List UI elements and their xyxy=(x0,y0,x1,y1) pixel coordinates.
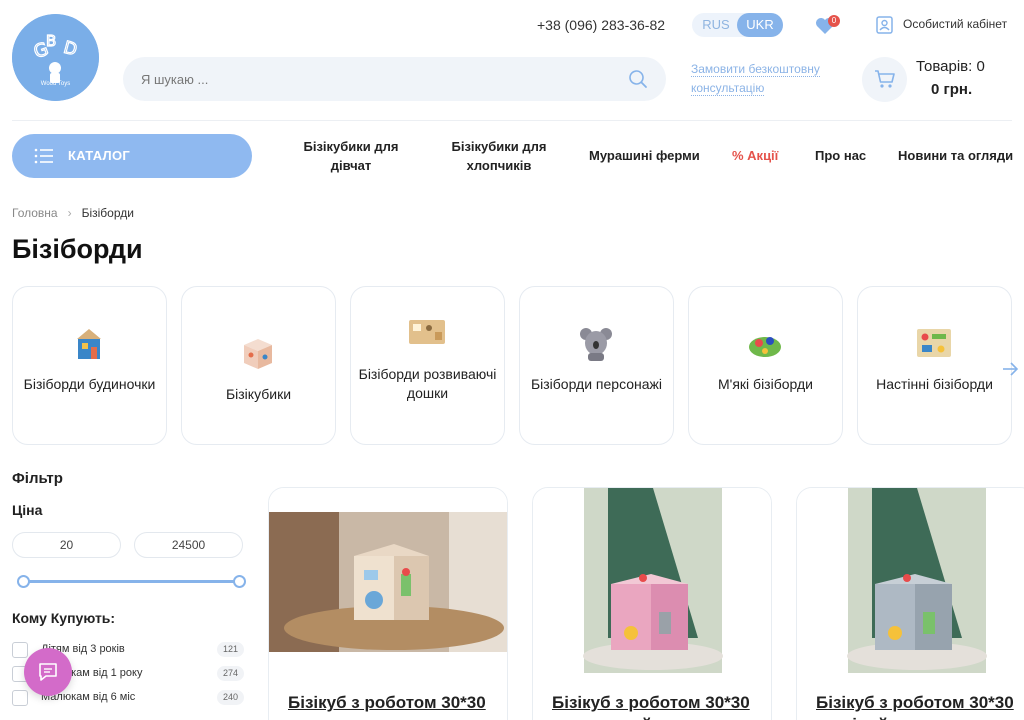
lang-ukr-button[interactable]: UKR xyxy=(737,13,783,37)
nav-ant-farms[interactable]: Мурашині ферми xyxy=(589,146,700,165)
category-label: Бізікубики xyxy=(225,386,292,402)
search-icon[interactable] xyxy=(628,69,648,89)
search-input[interactable] xyxy=(141,57,621,101)
board-busyboard-icon xyxy=(409,320,445,344)
product-title[interactable]: Бізікуб з роботом 30*30 см не xyxy=(288,692,503,720)
filter-option-count: 274 xyxy=(216,666,244,681)
site-logo[interactable]: G B D Wood Toys xyxy=(12,14,99,101)
category-label: Настінні бізіборди xyxy=(876,376,993,392)
filter-option-count: 240 xyxy=(216,690,244,705)
koala-busyboard-icon xyxy=(580,328,612,361)
account-link[interactable]: Особистий кабінет xyxy=(903,17,1007,31)
price-slider-max-handle[interactable] xyxy=(233,575,246,588)
soft-busyboard-icon xyxy=(749,337,781,357)
menu-list-icon xyxy=(34,148,53,164)
nav-news[interactable]: Новини та огляди xyxy=(898,146,1013,165)
cube-busyboard-icon xyxy=(244,339,272,369)
nav-busycubes-boys[interactable]: Бізікубики для хлопчиків xyxy=(446,137,552,175)
filter-title: Фільтр xyxy=(12,470,63,487)
category-label: Бізіборди будиночки xyxy=(23,376,156,392)
breadcrumb-current: Бізіборди xyxy=(81,206,134,220)
nav-about[interactable]: Про нас xyxy=(815,146,866,165)
category-label: Бізіборди персонажі xyxy=(530,376,663,392)
category-card[interactable]: Бізіборди персонажі xyxy=(519,286,674,445)
nav-sales[interactable]: % Акції xyxy=(732,146,778,165)
search-bar xyxy=(123,57,666,101)
wall-busyboard-icon xyxy=(917,329,951,357)
cart-total: 0 грн. xyxy=(931,81,973,98)
category-label: М'які бізіборди xyxy=(718,376,813,392)
nav-busycubes-girls[interactable]: Бізікубики для дівчат xyxy=(296,137,406,175)
price-filter-title: Ціна xyxy=(12,502,43,518)
user-icon[interactable] xyxy=(876,16,893,34)
house-busyboard-icon xyxy=(77,329,101,359)
catalog-button[interactable]: КАТАЛОГ xyxy=(12,134,252,178)
language-switcher: RUS UKR xyxy=(692,13,783,37)
consultation-label: Замовити безкоштовну консультацію xyxy=(691,62,820,96)
chevron-right-icon: › xyxy=(67,206,72,220)
checkbox[interactable] xyxy=(12,690,28,706)
product-image[interactable] xyxy=(269,488,508,673)
catalog-label: КАТАЛОГ xyxy=(68,148,131,163)
category-card[interactable]: Бізіборди будиночки xyxy=(12,286,167,445)
product-card[interactable]: Бізікуб з роботом 30*30 см не xyxy=(268,487,508,720)
breadcrumb-home[interactable]: Головна xyxy=(12,206,58,220)
product-card[interactable]: Бізікуб з роботом 30*30 см рожевий xyxy=(532,487,772,720)
chat-button[interactable] xyxy=(24,648,72,696)
page-title: Бізіборди xyxy=(12,234,143,264)
product-image[interactable] xyxy=(533,488,772,673)
logo-graphic: G B D xyxy=(12,14,99,101)
product-image[interactable] xyxy=(797,488,1024,673)
price-min-field[interactable]: 20 xyxy=(12,532,121,558)
arrow-right-icon[interactable] xyxy=(1000,359,1020,379)
cart-items-count: Товарів: 0 xyxy=(916,58,985,75)
product-title[interactable]: Бізікуб з роботом 30*30 см рожевий xyxy=(552,692,767,720)
buyers-filter-title: Кому Купують: xyxy=(12,610,116,626)
header-divider xyxy=(12,120,1012,121)
product-title[interactable]: Бізікуб з роботом 30*30 см сірий xyxy=(816,692,1024,720)
category-card[interactable]: Настінні бізіборди xyxy=(857,286,1012,445)
phone-link[interactable]: +38 (096) 283-36-82 xyxy=(537,17,665,33)
cart-icon[interactable] xyxy=(874,69,896,89)
product-card[interactable]: Бізікуб з роботом 30*30 см сірий xyxy=(796,487,1024,720)
price-max-field[interactable]: 24500 xyxy=(134,532,243,558)
chat-icon xyxy=(39,663,57,681)
category-label: Бізіборди розвиваючі дошки xyxy=(358,366,497,401)
checkbox[interactable] xyxy=(12,642,28,658)
filter-option-count: 121 xyxy=(216,642,244,657)
breadcrumb: Головна › Бізіборди xyxy=(12,206,134,220)
logo-text: Wood Toys xyxy=(40,81,71,87)
favorites-count-badge: 0 xyxy=(828,15,840,27)
svg-text:B: B xyxy=(46,32,56,50)
category-card[interactable]: М'які бізіборди xyxy=(688,286,843,445)
category-card[interactable]: Бізіборди розвиваючі дошки xyxy=(350,286,505,445)
lang-rus-button[interactable]: RUS xyxy=(696,13,736,37)
price-slider-track[interactable] xyxy=(22,580,240,583)
category-card[interactable]: Бізікубики xyxy=(181,286,336,445)
price-slider-min-handle[interactable] xyxy=(17,575,30,588)
consultation-link[interactable]: Замовити безкоштовну консультацію xyxy=(691,60,831,98)
